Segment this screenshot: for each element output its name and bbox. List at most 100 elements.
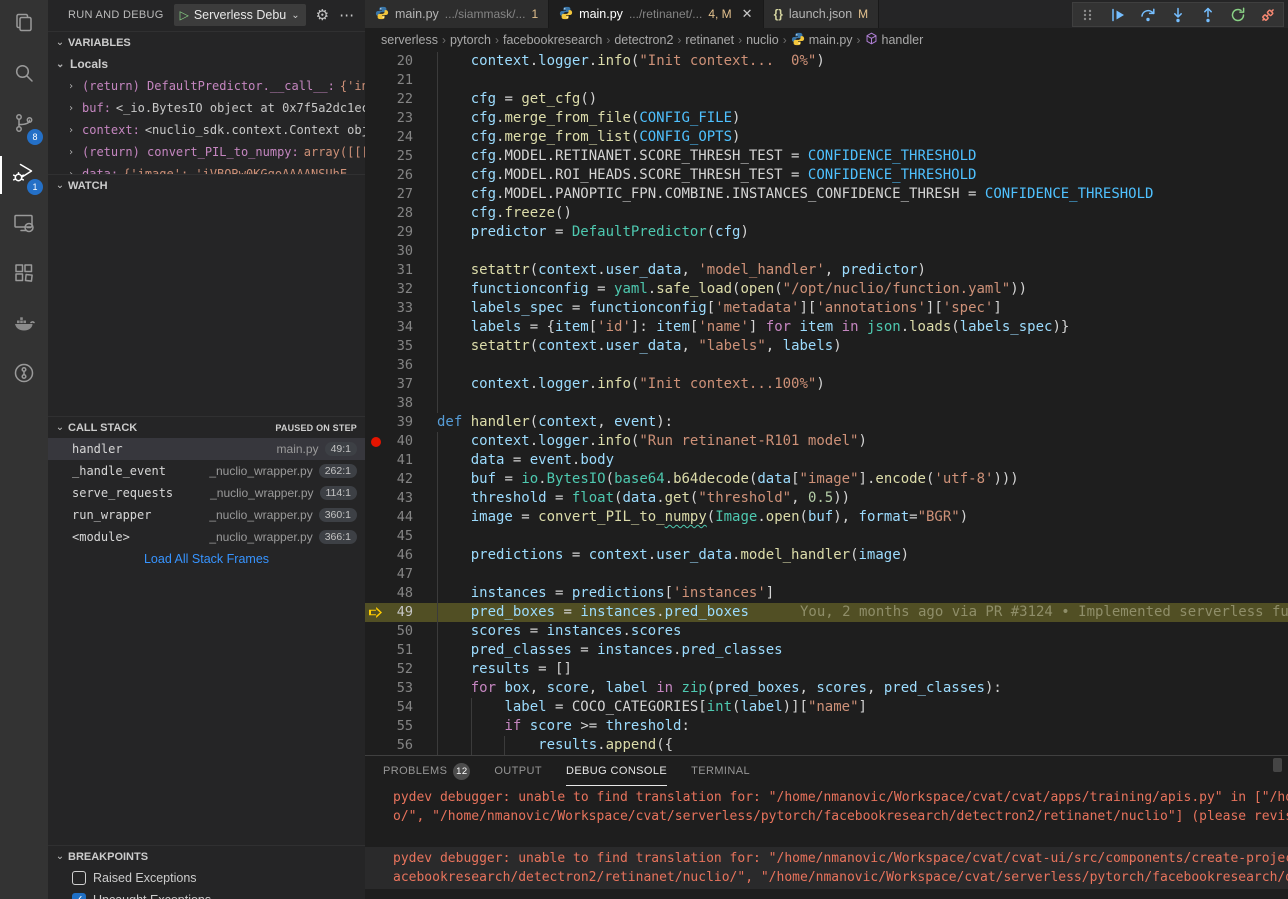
code-line-40[interactable]: 40 context.logger.info("Run retinanet-R1… — [365, 432, 1288, 451]
breadcrumb-item-handler[interactable]: handler — [865, 32, 924, 48]
tab-launch.json[interactable]: {}launch.jsonM — [764, 0, 880, 28]
code-line-26[interactable]: 26 cfg.MODEL.ROI_HEADS.SCORE_THRESH_TEST… — [365, 166, 1288, 185]
gutter-glyph-margin[interactable] — [365, 128, 387, 147]
step-into-icon[interactable] — [1169, 6, 1187, 24]
gutter-glyph-margin[interactable] — [365, 223, 387, 242]
code-line-36[interactable]: 36 — [365, 356, 1288, 375]
code-line-45[interactable]: 45 — [365, 527, 1288, 546]
code-line-41[interactable]: 41 data = event.body — [365, 451, 1288, 470]
gear-icon[interactable]: ⚙ — [316, 6, 329, 24]
breadcrumb-item-facebookresearch[interactable]: facebookresearch — [503, 33, 602, 47]
tab-main.py-siammask[interactable]: main.py.../siammask/...1 — [365, 0, 549, 28]
launch-config-dropdown[interactable]: ▷ Serverless Debu ⌄ — [174, 4, 306, 26]
code-line-46[interactable]: 46 predictions = context.user_data.model… — [365, 546, 1288, 565]
variable-row[interactable]: ›context:<nuclio_sdk.context.Context obj… — [48, 119, 365, 141]
code-line-35[interactable]: 35 setattr(context.user_data, "labels", … — [365, 337, 1288, 356]
code-line-50[interactable]: 50 scores = instances.scores — [365, 622, 1288, 641]
gutter-glyph-margin[interactable] — [365, 641, 387, 660]
gutter-glyph-margin[interactable] — [365, 565, 387, 584]
activity-bar-item-docker[interactable] — [0, 300, 48, 350]
gutter-glyph-margin[interactable] — [365, 527, 387, 546]
code-line-54[interactable]: 54 label = COCO_CATEGORIES[int(label)]["… — [365, 698, 1288, 717]
variable-row[interactable]: ›(return) convert_PIL_to_numpy:array([[[… — [48, 141, 365, 163]
gutter-glyph-margin[interactable] — [365, 204, 387, 223]
code-line-28[interactable]: 28 cfg.freeze() — [365, 204, 1288, 223]
activity-bar-item-run-and-debug[interactable]: 1 — [0, 150, 48, 200]
variable-row[interactable]: ›(return) DefaultPredictor.__call__:{'in… — [48, 75, 365, 97]
gutter-glyph-margin[interactable] — [365, 299, 387, 318]
activity-bar-item-explorer[interactable] — [0, 0, 48, 50]
breadcrumb-item-nuclio[interactable]: nuclio — [746, 33, 779, 47]
load-all-stack-frames-link[interactable]: Load All Stack Frames — [48, 548, 365, 570]
activity-bar-item-remote-explorer[interactable] — [0, 200, 48, 250]
code-line-30[interactable]: 30 — [365, 242, 1288, 261]
gutter-glyph-margin[interactable] — [365, 508, 387, 527]
restart-icon[interactable] — [1229, 6, 1247, 24]
checkbox[interactable]: ✓ — [72, 893, 86, 899]
more-actions-icon[interactable]: ⋯ — [339, 6, 354, 24]
code-line-34[interactable]: 34 labels = {item['id']: item['name'] fo… — [365, 318, 1288, 337]
tab-main.py-retinanet[interactable]: main.py.../retinanet/...4, M✕ — [549, 0, 763, 28]
callstack-section-header[interactable]: ⌄ CALL STACK PAUSED ON STEP — [48, 416, 365, 438]
panel-tab-output[interactable]: OUTPUT — [494, 756, 542, 786]
code-line-27[interactable]: 27 cfg.MODEL.PANOPTIC_FPN.COMBINE.INSTAN… — [365, 185, 1288, 204]
console-message[interactable]: pydev debugger: unable to find translati… — [365, 786, 1288, 828]
callstack-frame[interactable]: <module>_nuclio_wrapper.py366:1 — [48, 526, 365, 548]
gutter-glyph-margin[interactable] — [365, 679, 387, 698]
gutter-glyph-margin[interactable] — [365, 546, 387, 565]
code-line-43[interactable]: 43 threshold = float(data.get("threshold… — [365, 489, 1288, 508]
breadcrumb-item-retinanet[interactable]: retinanet — [685, 33, 734, 47]
locals-scope[interactable]: ⌄ Locals — [48, 53, 365, 75]
console-message[interactable]: pydev debugger: unable to find translati… — [365, 847, 1288, 889]
gutter-glyph-margin[interactable] — [365, 622, 387, 641]
step-out-icon[interactable] — [1199, 6, 1217, 24]
gutter-glyph-margin[interactable] — [365, 166, 387, 185]
breadcrumb-item-pytorch[interactable]: pytorch — [450, 33, 491, 47]
code-line-25[interactable]: 25 cfg.MODEL.RETINANET.SCORE_THRESH_TEST… — [365, 147, 1288, 166]
gutter-glyph-margin[interactable] — [365, 660, 387, 679]
gutter-glyph-margin[interactable] — [365, 603, 387, 622]
activity-bar-item-extensions[interactable] — [0, 250, 48, 300]
code-line-21[interactable]: 21 — [365, 71, 1288, 90]
gutter-glyph-margin[interactable] — [365, 470, 387, 489]
gutter-glyph-margin[interactable] — [365, 185, 387, 204]
code-line-55[interactable]: 55 if score >= threshold: — [365, 717, 1288, 736]
panel-tab-terminal[interactable]: TERMINAL — [691, 756, 750, 786]
gutter-glyph-margin[interactable] — [365, 337, 387, 356]
callstack-frame[interactable]: _handle_event_nuclio_wrapper.py262:1 — [48, 460, 365, 482]
callstack-frame[interactable]: serve_requests_nuclio_wrapper.py114:1 — [48, 482, 365, 504]
activity-bar-item-gitlens[interactable] — [0, 350, 48, 400]
checkbox[interactable] — [72, 871, 86, 885]
code-line-24[interactable]: 24 cfg.merge_from_list(CONFIG_OPTS) — [365, 128, 1288, 147]
gutter-glyph-margin[interactable] — [365, 90, 387, 109]
gutter-glyph-margin[interactable] — [365, 71, 387, 90]
continue-icon[interactable] — [1109, 6, 1127, 24]
code-line-52[interactable]: 52 results = [] — [365, 660, 1288, 679]
variable-row[interactable]: ›buf:<_io.BytesIO object at 0x7f5a2dc1ec… — [48, 97, 365, 119]
code-line-37[interactable]: 37 context.logger.info("Init context...1… — [365, 375, 1288, 394]
gutter-glyph-margin[interactable] — [365, 356, 387, 375]
code-line-47[interactable]: 47 — [365, 565, 1288, 584]
code-line-56[interactable]: 56 results.append({ — [365, 736, 1288, 755]
code-line-31[interactable]: 31 setattr(context.user_data, 'model_han… — [365, 261, 1288, 280]
gutter-glyph-margin[interactable] — [365, 280, 387, 299]
code-editor[interactable]: 20 context.logger.info("Init context... … — [365, 52, 1288, 755]
close-icon[interactable]: ✕ — [742, 6, 753, 22]
panel-tab-debug-console[interactable]: DEBUG CONSOLE — [566, 756, 667, 786]
code-line-51[interactable]: 51 pred_classes = instances.pred_classes — [365, 641, 1288, 660]
panel-scrollbar[interactable] — [1273, 758, 1282, 772]
gutter-glyph-margin[interactable] — [365, 375, 387, 394]
gutter-glyph-margin[interactable] — [365, 147, 387, 166]
start-debug-icon[interactable]: ▷ — [180, 8, 189, 22]
breakpoint-row[interactable]: ✓Uncaught Exceptions — [48, 889, 365, 899]
gutter-glyph-margin[interactable] — [365, 717, 387, 736]
gutter-glyph-margin[interactable] — [365, 489, 387, 508]
gutter-glyph-margin[interactable] — [365, 242, 387, 261]
code-line-44[interactable]: 44 image = convert_PIL_to_numpy(Image.op… — [365, 508, 1288, 527]
code-line-22[interactable]: 22 cfg = get_cfg() — [365, 90, 1288, 109]
breadcrumb-item-detectron2[interactable]: detectron2 — [614, 33, 673, 47]
gutter-glyph-margin[interactable] — [365, 394, 387, 413]
gutter-glyph-margin[interactable] — [365, 698, 387, 717]
code-line-23[interactable]: 23 cfg.merge_from_file(CONFIG_FILE) — [365, 109, 1288, 128]
code-line-39[interactable]: 39def handler(context, event): — [365, 413, 1288, 432]
